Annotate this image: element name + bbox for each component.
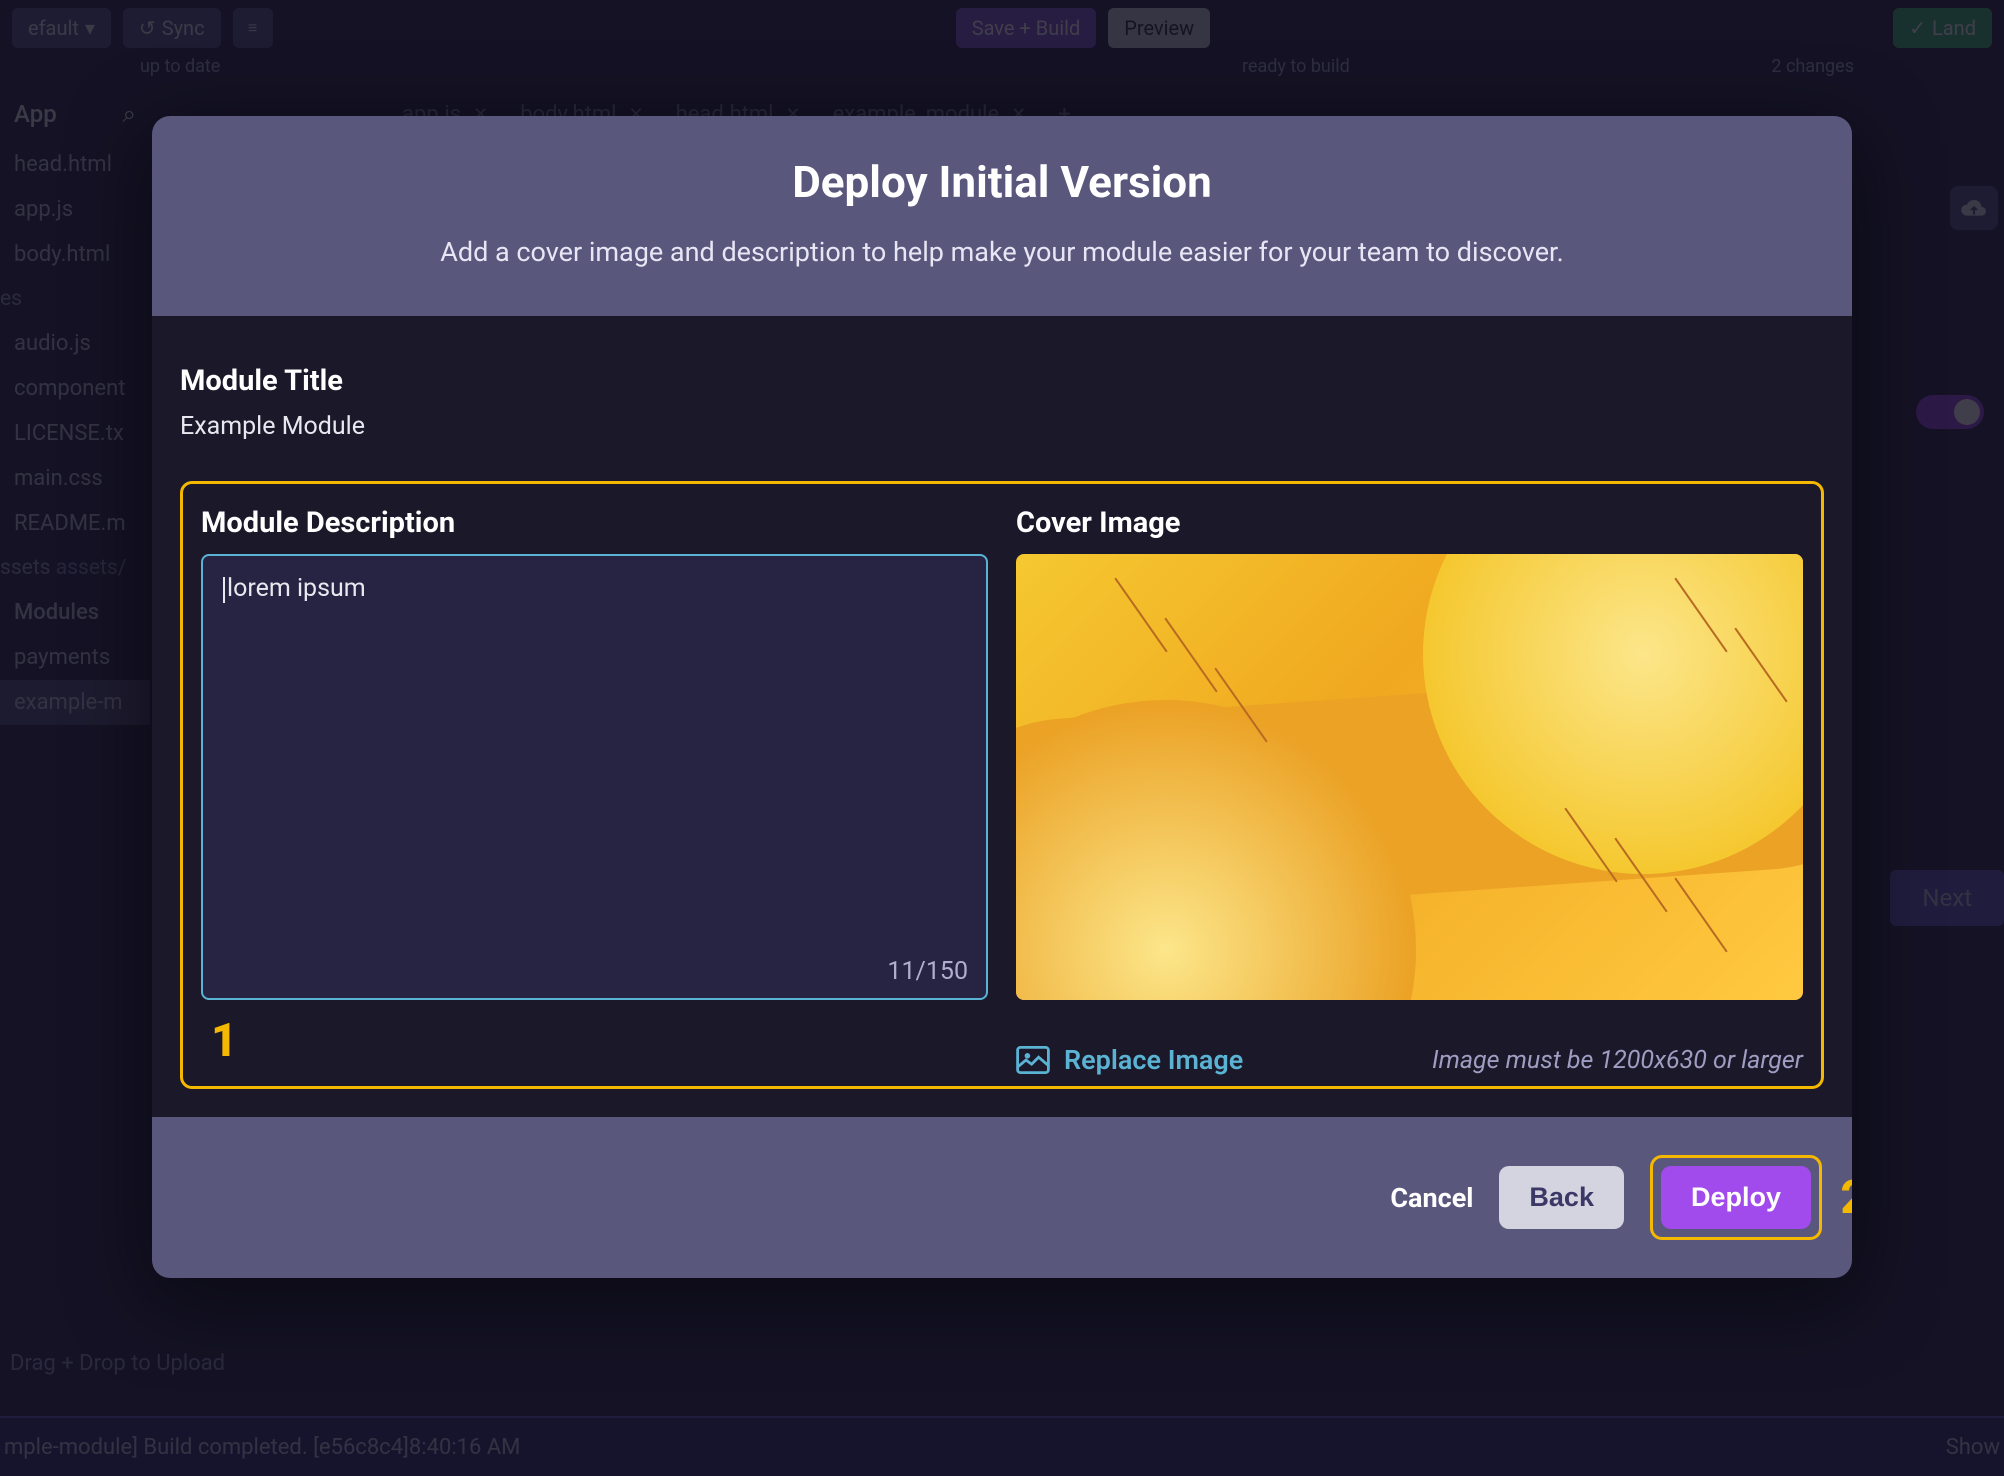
cover-image-preview: [1016, 554, 1803, 1000]
back-button[interactable]: Back: [1499, 1166, 1624, 1229]
description-label: Module Description: [201, 506, 988, 540]
image-icon: [1016, 1046, 1050, 1074]
modal-subtitle: Add a cover image and description to hel…: [182, 236, 1822, 268]
cancel-button[interactable]: Cancel: [1390, 1182, 1473, 1214]
cover-image-label: Cover Image: [1016, 506, 1803, 540]
modal-footer: Cancel Back Deploy 2: [152, 1117, 1852, 1278]
module-title-value: Example Module: [180, 412, 1824, 441]
deploy-button[interactable]: Deploy: [1661, 1166, 1811, 1229]
deploy-modal: Deploy Initial Version Add a cover image…: [152, 116, 1852, 1278]
modal-title: Deploy Initial Version: [182, 156, 1822, 208]
image-size-hint: Image must be 1200x630 or larger: [1432, 1046, 1803, 1075]
replace-image-button[interactable]: Replace Image: [1016, 1044, 1243, 1076]
annotation-number-2: 2: [1840, 1171, 1852, 1225]
module-title-label: Module Title: [180, 364, 1824, 398]
modal-body: Module Title Example Module Module Descr…: [152, 316, 1852, 1117]
annotation-box-1: Module Description lorem ipsum 11/150 Co…: [180, 481, 1824, 1089]
char-count: 11/150: [887, 957, 968, 986]
modal-header: Deploy Initial Version Add a cover image…: [152, 116, 1852, 316]
description-textarea[interactable]: lorem ipsum 11/150: [201, 554, 988, 1000]
annotation-box-2: Deploy 2: [1650, 1155, 1822, 1240]
annotation-number-1: 1: [211, 1014, 238, 1068]
